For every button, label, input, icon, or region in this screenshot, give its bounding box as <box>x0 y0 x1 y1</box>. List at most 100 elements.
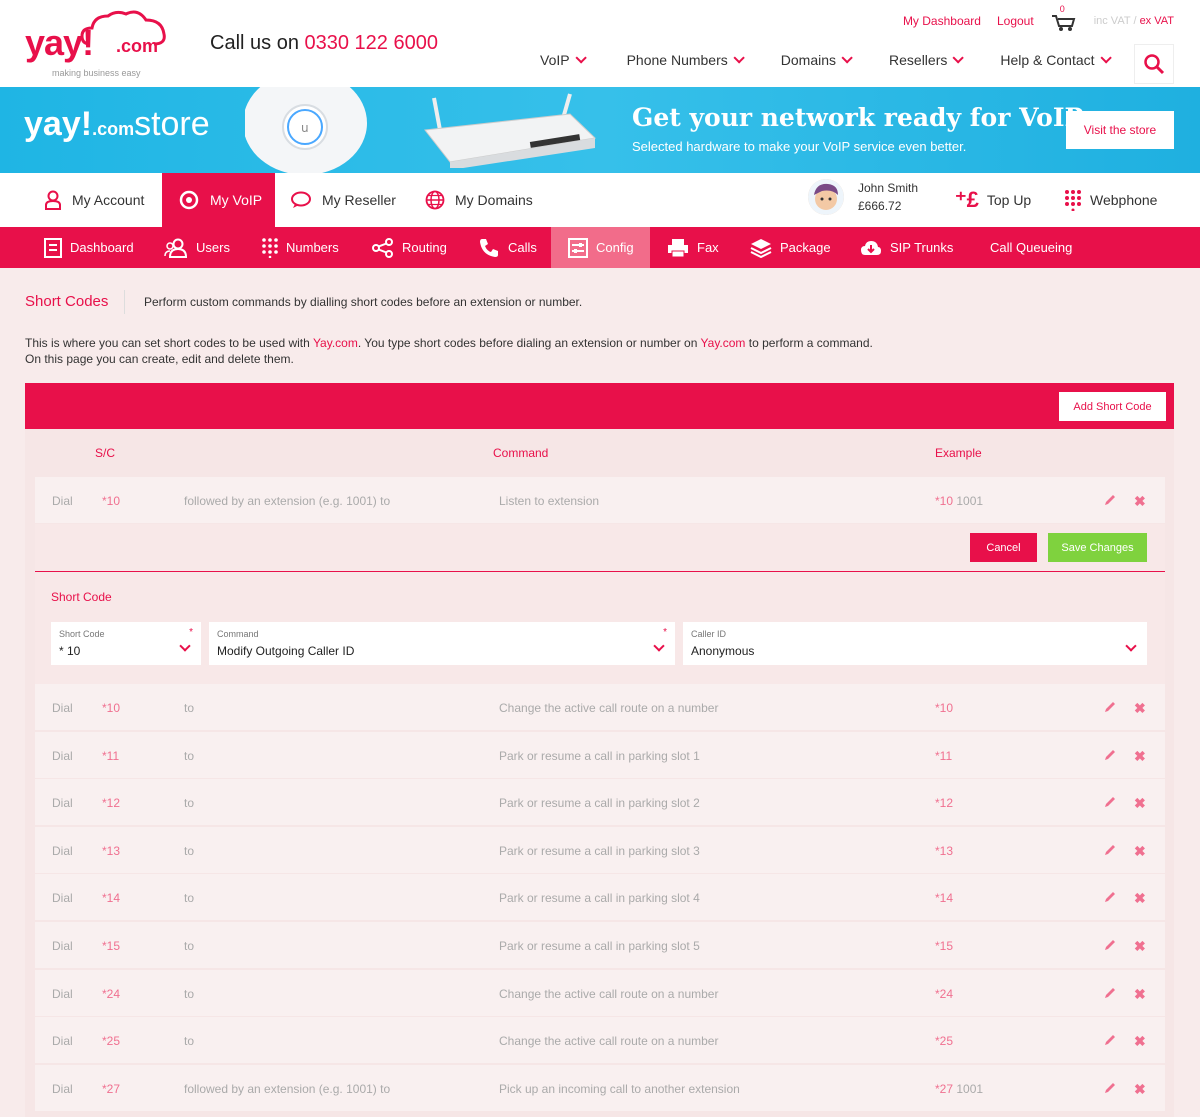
tab-my-voip[interactable]: My VoIP <box>162 173 275 227</box>
pencil-icon[interactable] <box>1103 938 1117 952</box>
row-command: Park or resume a call in parking slot 3 <box>499 844 700 858</box>
chevron-down-icon <box>1125 640 1137 652</box>
yay-logo[interactable]: yay! .com making business easy <box>22 8 172 78</box>
tab-my-reseller[interactable]: My Reseller <box>290 173 396 227</box>
table-row[interactable]: Dial *12 to Park or resume a call in parkin… <box>35 779 1165 825</box>
command-select[interactable]: Command * Modify Outgoing Caller ID <box>209 622 675 665</box>
row-example: *24 <box>935 987 953 1001</box>
close-icon[interactable]: ✖ <box>1134 1033 1146 1050</box>
row-example-code: *27 <box>935 1082 954 1096</box>
close-icon[interactable]: ✖ <box>1134 700 1146 717</box>
my-dashboard-link[interactable]: My Dashboard <box>903 14 981 28</box>
inc-vat[interactable]: inc VAT <box>1094 15 1131 27</box>
phone-number[interactable]: 0330 122 6000 <box>305 32 438 54</box>
table-row[interactable]: Dial *25 to Change the active call route on… <box>35 1017 1165 1063</box>
close-icon[interactable]: ✖ <box>1134 795 1146 812</box>
search-button[interactable] <box>1134 44 1174 84</box>
cart-button[interactable]: 0 <box>1050 4 1078 32</box>
table-row[interactable]: Dial *27 followed by an extension (e.g. 10… <box>35 1065 1165 1111</box>
voip-sub-nav: Dashboard Users Numbers Routing Calls Co… <box>0 227 1200 268</box>
nav-domains[interactable]: Domains <box>781 52 853 68</box>
close-icon[interactable]: ✖ <box>1134 1081 1146 1098</box>
sub-nav-call-queueing[interactable]: Call Queueing <box>990 227 1072 268</box>
sub-nav-sip-trunks[interactable]: SIP Trunks <box>860 227 953 268</box>
row-dial: Dial <box>52 796 73 810</box>
close-icon[interactable]: ✖ <box>1134 986 1146 1003</box>
table-row[interactable]: Dial *14 to Park or resume a call in parkin… <box>35 874 1165 920</box>
ex-vat[interactable]: ex VAT <box>1140 15 1174 27</box>
intro-text: This is where you can set short codes to… <box>25 335 1025 367</box>
pencil-icon[interactable] <box>1103 748 1117 762</box>
tab-my-domains[interactable]: My Domains <box>425 173 533 227</box>
row-command: Park or resume a call in parking slot 1 <box>499 749 700 763</box>
pencil-icon[interactable] <box>1103 986 1117 1000</box>
row-example: *14 <box>935 891 953 905</box>
sub-nav-config[interactable]: Config <box>551 227 650 268</box>
close-icon[interactable]: ✖ <box>1134 493 1146 510</box>
layers-icon <box>750 238 772 258</box>
table-row[interactable]: Dial *24 to Change the active call route on… <box>35 970 1165 1016</box>
pencil-icon[interactable] <box>1103 1033 1117 1047</box>
nav-help-contact[interactable]: Help & Contact <box>1000 52 1112 68</box>
yay-link-1[interactable]: Yay.com <box>313 336 358 350</box>
cancel-button[interactable]: Cancel <box>970 533 1037 562</box>
nav-voip[interactable]: VoIP <box>540 52 587 68</box>
intro-part-3: to perform a command. <box>745 336 873 350</box>
store-banner[interactable]: yay!.comstore u Get your network ready f… <box>0 87 1200 173</box>
row-command: Park or resume a call in parking slot 2 <box>499 796 700 810</box>
sub-nav-calls[interactable]: Calls <box>478 227 537 268</box>
top-up-button[interactable]: ⁺£ Top Up <box>955 173 1031 227</box>
nav-phone-numbers[interactable]: Phone Numbers <box>627 52 745 68</box>
caller-id-select[interactable]: Caller ID Anonymous <box>683 622 1147 665</box>
close-icon[interactable]: ✖ <box>1134 890 1146 907</box>
pencil-icon[interactable] <box>1103 795 1117 809</box>
row-example: *10 1001 <box>935 494 983 508</box>
add-short-code-button[interactable]: Add Short Code <box>1059 392 1166 421</box>
close-icon[interactable]: ✖ <box>1134 843 1146 860</box>
save-changes-button[interactable]: Save Changes <box>1048 533 1147 562</box>
table-row[interactable]: Dial *10 to Change the active call route on… <box>35 684 1165 730</box>
pencil-icon[interactable] <box>1103 890 1117 904</box>
sub-nav-users-label: Users <box>196 240 230 255</box>
vat-toggle[interactable]: inc VAT / ex VAT <box>1094 15 1174 27</box>
row-example: *13 <box>935 844 953 858</box>
table-row[interactable]: Dial *15 to Park or resume a call in parkin… <box>35 922 1165 968</box>
required-mark: * <box>189 627 193 638</box>
user-info[interactable]: John Smith £666.72 <box>808 179 918 215</box>
visit-store-button[interactable]: Visit the store <box>1066 111 1174 149</box>
tab-my-account[interactable]: My Account <box>44 173 144 227</box>
pencil-icon[interactable] <box>1103 493 1117 507</box>
chevron-down-icon <box>179 640 191 652</box>
row-target: to <box>184 1034 195 1048</box>
table-row-editing[interactable]: Dial *10 followed by an extension (e.g. … <box>35 477 1165 523</box>
sub-nav-sip-trunks-label: SIP Trunks <box>890 240 954 255</box>
row-example: *10 <box>935 701 953 715</box>
required-mark: * <box>663 627 667 638</box>
users-icon <box>164 238 188 258</box>
table-row[interactable]: Dial *11 to Park or resume a call in parkin… <box>35 732 1165 778</box>
webphone-button[interactable]: Webphone <box>1064 173 1157 227</box>
sub-nav-numbers[interactable]: Numbers <box>262 227 339 268</box>
logout-link[interactable]: Logout <box>997 14 1034 28</box>
close-icon[interactable]: ✖ <box>1134 938 1146 955</box>
close-icon[interactable]: ✖ <box>1134 748 1146 765</box>
pencil-icon[interactable] <box>1103 843 1117 857</box>
store-logo: yay!.comstore <box>24 105 210 144</box>
yay-link-2[interactable]: Yay.com <box>701 336 746 350</box>
nav-resellers[interactable]: Resellers <box>889 52 965 68</box>
sub-nav-dashboard[interactable]: Dashboard <box>44 227 134 268</box>
nav-resellers-label: Resellers <box>889 52 948 68</box>
pencil-icon[interactable] <box>1103 1081 1117 1095</box>
sub-nav-fax[interactable]: Fax <box>667 227 719 268</box>
table-row[interactable]: Dial *13 to Park or resume a call in parkin… <box>35 827 1165 873</box>
sub-nav-users[interactable]: Users <box>164 227 230 268</box>
caller-id-value: Anonymous <box>691 644 755 658</box>
row-example: *12 <box>935 796 953 810</box>
row-command: Change the active call route on a number <box>499 987 719 1001</box>
pencil-icon[interactable] <box>1103 700 1117 714</box>
intro-part-1: This is where you can set short codes to… <box>25 336 313 350</box>
row-command: Change the active call route on a number <box>499 701 719 715</box>
short-code-select[interactable]: Short Code * * 10 <box>51 622 201 665</box>
sub-nav-package[interactable]: Package <box>750 227 831 268</box>
sub-nav-routing[interactable]: Routing <box>372 227 447 268</box>
